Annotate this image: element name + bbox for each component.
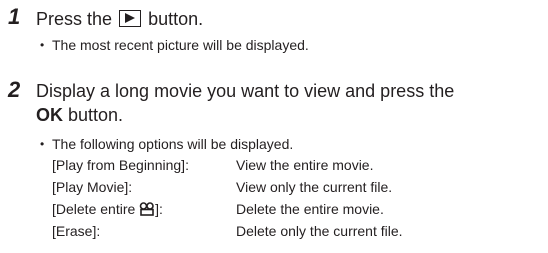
step-1-instruction: Press the button. <box>36 8 203 30</box>
option-desc-play-movie: View only the current file. <box>236 179 393 195</box>
step-2-bullet-text: The following options will be displayed. <box>52 136 294 152</box>
delete-entire-close: ]: <box>155 201 163 217</box>
step-1-number: 1 <box>8 4 21 29</box>
step-2-instruction-line2: OK button. <box>36 104 123 126</box>
option-label-erase: [Erase]: <box>52 223 101 239</box>
option-label-delete-entire: [Delete entire ]: <box>52 201 163 220</box>
play-button-icon <box>119 10 142 27</box>
step-2-number: 2 <box>8 77 21 102</box>
option-desc-erase: Delete only the current file. <box>236 223 403 239</box>
step-1-text-before: Press the <box>36 9 113 29</box>
step-1-bullet-text: The most recent picture will be displaye… <box>52 37 309 53</box>
option-label-play-from-beginning: [Play from Beginning]: <box>52 157 189 173</box>
option-label-play-movie: [Play Movie]: <box>52 179 133 195</box>
bullet-dot: • <box>40 137 45 151</box>
movie-icon <box>139 202 155 220</box>
option-desc-play-from-beginning: View the entire movie. <box>236 157 374 173</box>
ok-button-label: OK <box>36 105 63 125</box>
step-1-text-after: button. <box>148 9 204 29</box>
step-2-instruction-line1: Display a long movie you want to view an… <box>36 81 455 101</box>
bullet-dot: • <box>40 38 45 52</box>
option-desc-delete-entire: Delete the entire movie. <box>236 201 384 217</box>
delete-entire-text: [Delete entire <box>52 201 136 217</box>
step-2-text-after: button. <box>68 105 124 125</box>
